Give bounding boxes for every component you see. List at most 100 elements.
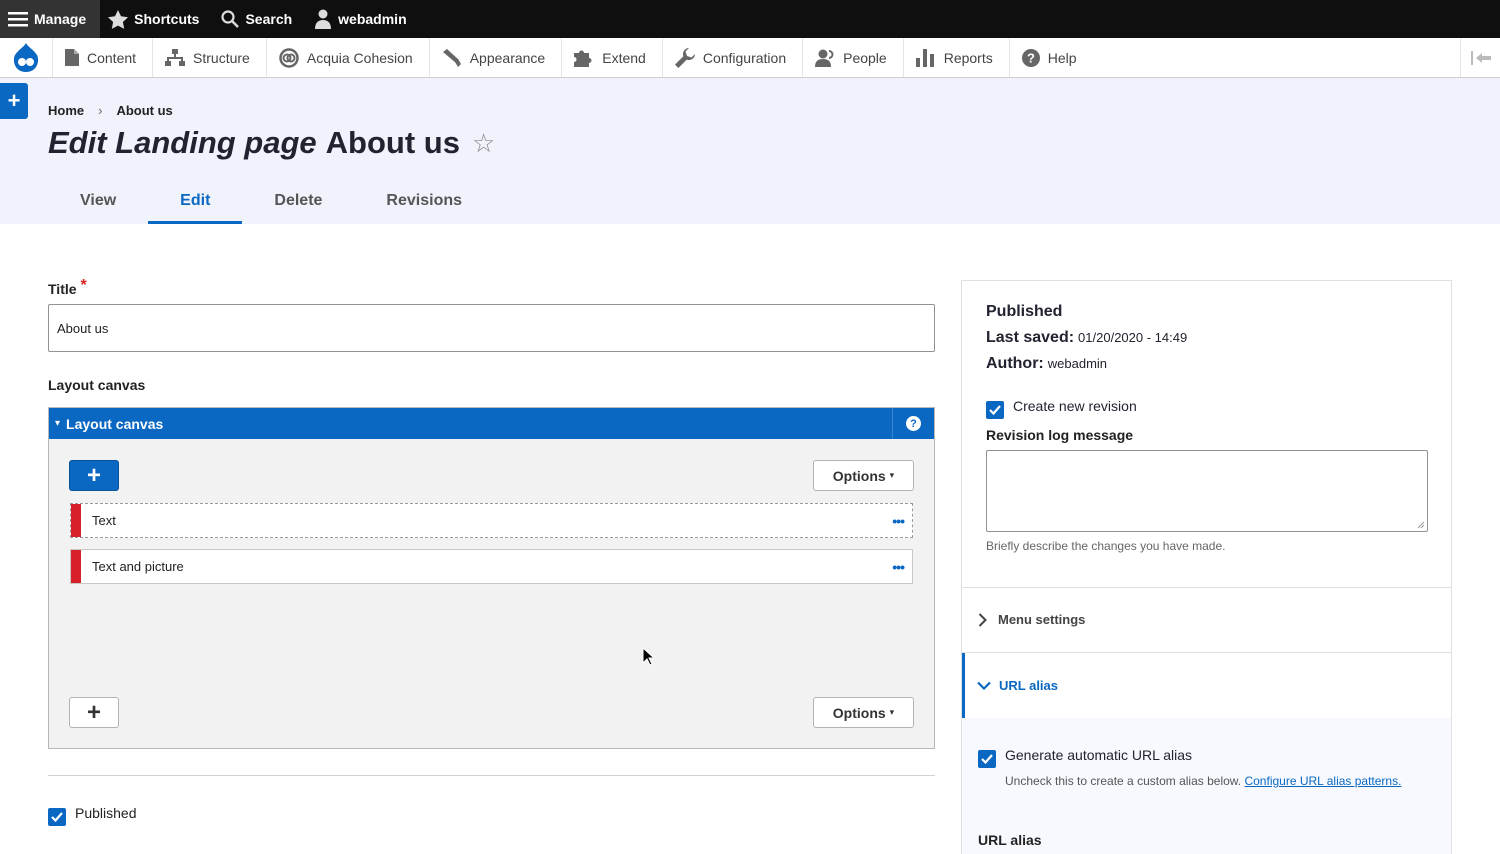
- page-title-name: About us: [325, 125, 460, 160]
- url-alias-section-label: URL alias: [999, 678, 1059, 693]
- plus-icon: +: [7, 88, 21, 113]
- help-icon: ?: [906, 416, 921, 431]
- menu-help[interactable]: ? Help: [1008, 38, 1093, 77]
- generate-alias-label: Generate automatic URL alias: [1005, 747, 1193, 763]
- bar-chart-icon: [915, 48, 934, 67]
- divider: [48, 775, 935, 776]
- element-menu-icon[interactable]: •••: [892, 559, 905, 575]
- configure-patterns-link[interactable]: Configure URL alias patterns.: [1244, 774, 1401, 788]
- last-saved-value: 01/20/2020 - 14:49: [1078, 330, 1188, 345]
- title-label-text: Title: [48, 281, 77, 297]
- puzzle-icon: [574, 50, 592, 67]
- url-alias-toggle[interactable]: URL alias: [962, 653, 1451, 718]
- options-bottom-label: Options: [832, 704, 886, 721]
- breadcrumb-separator: ›: [98, 103, 103, 118]
- canvas-element-text[interactable]: Text •••: [70, 503, 913, 538]
- sitemap-icon: [165, 49, 186, 66]
- published-checkbox[interactable]: [48, 808, 66, 826]
- cohesion-sidebar-toggle[interactable]: +: [0, 83, 28, 119]
- search-button[interactable]: Search: [213, 0, 306, 38]
- tab-delete[interactable]: Delete: [242, 178, 354, 224]
- menu-appearance-label: Appearance: [469, 49, 546, 66]
- checkmark-icon: [51, 812, 63, 822]
- author-label: Author:: [986, 355, 1044, 372]
- menu-people-label: People: [843, 49, 887, 66]
- breadcrumb-home[interactable]: Home: [48, 103, 84, 118]
- manage-button[interactable]: Manage: [0, 0, 101, 38]
- resize-handle-icon[interactable]: [1417, 521, 1425, 529]
- tab-edit[interactable]: Edit: [148, 178, 243, 224]
- last-saved-row: Last saved: 01/20/2020 - 14:49: [986, 329, 1187, 347]
- menu-appearance[interactable]: Appearance: [428, 38, 562, 77]
- menu-extend[interactable]: Extend: [561, 38, 662, 77]
- meta-sidebar: Published Last saved: 01/20/2020 - 14:49 …: [961, 280, 1452, 854]
- create-revision-label: Create new revision: [1013, 398, 1137, 414]
- tab-revisions[interactable]: Revisions: [354, 178, 494, 224]
- drupal-logo-icon[interactable]: [0, 38, 52, 77]
- element-color-bar: [71, 504, 81, 537]
- hamburger-icon: [8, 12, 28, 27]
- caret-down-icon: ▾: [889, 707, 895, 717]
- menu-acquia-cohesion[interactable]: Acquia Cohesion: [265, 38, 429, 77]
- user-label: webadmin: [338, 11, 407, 27]
- menu-configuration-label: Configuration: [702, 49, 787, 66]
- published-label: Published: [75, 805, 137, 821]
- shortcuts-label: Shortcuts: [134, 11, 200, 27]
- shortcuts-button[interactable]: Shortcuts: [100, 0, 213, 38]
- add-element-bottom-button[interactable]: +: [69, 697, 119, 728]
- url-alias-field-label: URL alias: [978, 832, 1042, 848]
- toolbar-bar: Manage Shortcuts Search webadmin: [0, 0, 1500, 38]
- admin-menu-tray: Content Structure Acquia Cohesion Appear…: [0, 38, 1500, 78]
- layout-canvas-header-label: Layout canvas: [66, 415, 164, 432]
- generate-alias-checkbox[interactable]: [978, 750, 996, 768]
- help-button[interactable]: ?: [892, 408, 934, 439]
- caret-down-icon: ▾: [889, 470, 895, 480]
- menu-people[interactable]: People: [802, 38, 903, 77]
- file-icon: [65, 49, 79, 66]
- checkmark-icon: [989, 405, 1001, 415]
- person-icon: [815, 49, 834, 67]
- search-icon: [221, 10, 240, 28]
- element-label: Text: [92, 513, 116, 528]
- canvas-element-text-and-picture[interactable]: Text and picture •••: [70, 549, 913, 584]
- chevron-down-icon: [977, 681, 991, 690]
- options-top-button[interactable]: Options ▾: [813, 460, 914, 491]
- menu-reports[interactable]: Reports: [902, 38, 1009, 77]
- options-bottom-button[interactable]: Options ▾: [813, 697, 914, 728]
- menu-structure-label: Structure: [193, 49, 250, 66]
- page-title-prefix: Edit Landing page: [48, 125, 317, 160]
- layout-canvas: ▾ Layout canvas ? + Options ▾ Text ••• T…: [48, 407, 935, 749]
- menu-settings-toggle[interactable]: Menu settings: [978, 612, 1085, 627]
- element-menu-icon[interactable]: •••: [892, 513, 905, 529]
- menu-structure[interactable]: Structure: [152, 38, 266, 77]
- revision-log-textarea[interactable]: [986, 450, 1428, 532]
- menu-extend-label: Extend: [602, 49, 646, 66]
- layout-canvas-header[interactable]: ▾ Layout canvas ?: [49, 408, 934, 439]
- collapse-left-icon: [1470, 50, 1491, 65]
- mouse-cursor-icon: [642, 647, 654, 666]
- svg-text:?: ?: [1027, 50, 1035, 65]
- star-icon: [108, 9, 129, 29]
- user-menu-button[interactable]: webadmin: [306, 0, 420, 38]
- title-input[interactable]: About us: [48, 304, 935, 352]
- question-icon: ?: [1021, 48, 1040, 67]
- element-label: Text and picture: [92, 559, 184, 574]
- local-tasks-tabs: View Edit Delete Revisions: [48, 178, 494, 224]
- shortcut-star-icon[interactable]: ☆: [472, 128, 495, 159]
- revision-log-label: Revision log message: [986, 427, 1134, 443]
- generate-alias-hint: Uncheck this to create a custom alias be…: [1005, 773, 1405, 790]
- add-element-top-button[interactable]: +: [69, 460, 119, 491]
- search-label: Search: [245, 11, 293, 27]
- tab-view[interactable]: View: [48, 178, 148, 224]
- entity-meta: Published Last saved: 01/20/2020 - 14:49 …: [986, 303, 1187, 373]
- create-revision-checkbox[interactable]: [986, 401, 1004, 419]
- manage-label: Manage: [34, 11, 87, 27]
- checkmark-icon: [981, 754, 993, 764]
- tray-orientation-toggle[interactable]: [1460, 38, 1500, 77]
- caret-down-icon: ▾: [55, 418, 61, 429]
- breadcrumb-current[interactable]: About us: [116, 103, 172, 118]
- chevron-right-icon: [978, 612, 987, 627]
- menu-configuration[interactable]: Configuration: [661, 38, 802, 77]
- generate-alias-hint-text: Uncheck this to create a custom alias be…: [1005, 774, 1242, 788]
- menu-content[interactable]: Content: [52, 38, 152, 77]
